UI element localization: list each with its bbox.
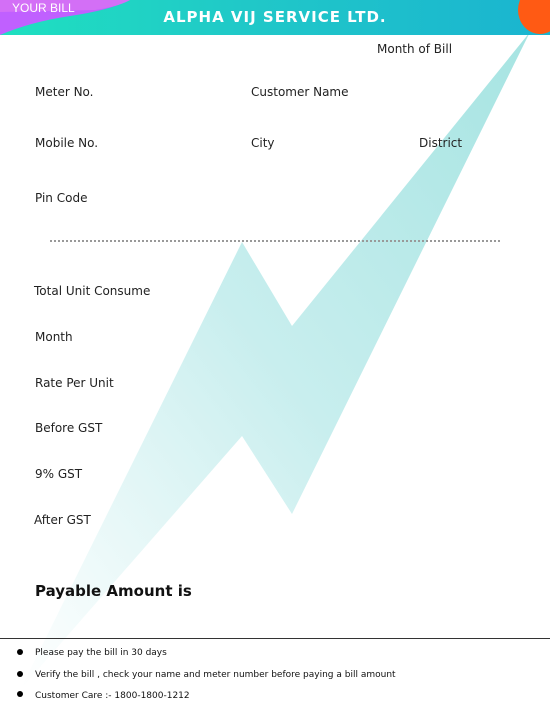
month-of-bill-label: Month of Bill: [377, 42, 453, 56]
mobile-no-label: Mobile No.: [35, 136, 99, 150]
customer-name-label: Customer Name: [251, 85, 349, 99]
bullet-icon: [17, 671, 23, 677]
lightning-bolt-graphic: [20, 32, 530, 690]
bullet-icon: [17, 649, 23, 655]
gst-label: 9% GST: [35, 467, 83, 481]
note-item: Verify the bill , check your name and me…: [35, 670, 396, 680]
note-item: Please pay the bill in 30 days: [35, 648, 167, 658]
before-gst-label: Before GST: [35, 421, 103, 435]
total-unit-label: Total Unit Consume: [34, 284, 151, 298]
month-label: Month: [35, 330, 73, 344]
section-divider: [50, 240, 500, 242]
bullet-icon: [17, 691, 23, 697]
rate-per-unit-label: Rate Per Unit: [35, 376, 114, 390]
company-name: ALPHA VIJ SERVICE LTD.: [163, 8, 387, 26]
meter-no-label: Meter No.: [35, 85, 94, 99]
payable-amount-heading: Payable Amount is: [35, 582, 192, 600]
after-gst-label: After GST: [34, 513, 91, 527]
pin-code-label: Pin Code: [35, 191, 88, 205]
note-item: Customer Care :- 1800-1800-1212: [35, 691, 190, 701]
district-label: District: [419, 136, 463, 150]
footer-divider: [0, 638, 550, 639]
city-label: City: [251, 136, 275, 150]
